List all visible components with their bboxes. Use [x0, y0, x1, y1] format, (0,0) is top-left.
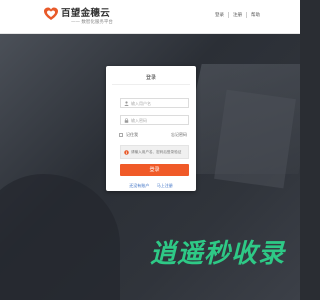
no-account-text[interactable]: 还没有账户: [129, 183, 149, 188]
login-button[interactable]: 登录: [120, 164, 189, 176]
user-icon: [124, 101, 129, 106]
nav-register-link[interactable]: 注册: [233, 12, 242, 18]
info-icon: [124, 150, 129, 155]
brand-name: 百望金穗云: [61, 8, 111, 19]
watermark-text: 逍遥秒收录: [150, 239, 286, 269]
top-nav: 登录 注册 帮助: [215, 12, 260, 18]
username-field[interactable]: [120, 98, 189, 108]
nav-login-link[interactable]: 登录: [215, 12, 224, 18]
login-notice: 请输入用户名、密码后登录验证: [120, 145, 189, 159]
forgot-password-link[interactable]: 忘记密码: [171, 132, 187, 138]
background-shape: [214, 89, 296, 189]
brand-logo[interactable]: 百望金穗云 —— 数智化服务平台: [43, 5, 113, 29]
top-header: 百望金穗云 —— 数智化服务平台 登录 注册 帮助: [0, 0, 300, 34]
password-field[interactable]: [120, 115, 189, 125]
login-title: 登录: [145, 75, 156, 81]
register-links: 还没有账户 马上注册: [106, 183, 196, 189]
nav-help-link[interactable]: 帮助: [251, 12, 260, 18]
brand-slogan: —— 数智化服务平台: [71, 20, 113, 25]
remember-row: 记住我 忘记密码: [119, 132, 197, 140]
username-input[interactable]: [131, 99, 187, 107]
remember-checkbox[interactable]: [119, 133, 123, 137]
register-now-link[interactable]: 马上注册: [157, 183, 173, 188]
login-card: 登录 记住我 忘记密码 请输入用户名、密码后登录验证 登录 还没有账户 马上注册: [106, 66, 196, 191]
password-input[interactable]: [131, 116, 187, 124]
background-shape: [0, 174, 120, 300]
divider: [112, 84, 190, 85]
logo-heart-icon: [44, 7, 58, 20]
nav-divider: [246, 12, 247, 18]
nav-divider: [228, 12, 229, 18]
lock-icon: [124, 118, 129, 123]
notice-text: 请输入用户名、密码后登录验证: [131, 150, 182, 154]
remember-label: 记住我: [126, 132, 138, 137]
